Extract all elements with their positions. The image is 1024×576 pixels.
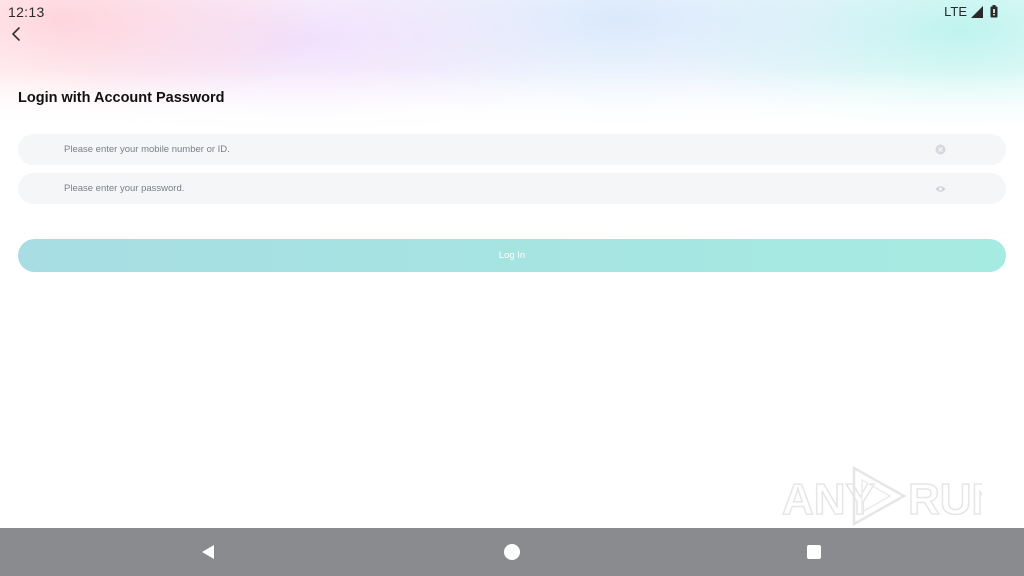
clear-icon[interactable] xyxy=(935,144,946,155)
network-label: LTE xyxy=(944,4,967,19)
watermark-text-left: ANY xyxy=(782,475,875,524)
login-button[interactable]: Log In xyxy=(18,239,1006,272)
eye-icon[interactable] xyxy=(935,183,946,194)
status-time: 12:13 xyxy=(8,4,45,20)
nav-home-button[interactable] xyxy=(502,542,522,562)
password-input[interactable] xyxy=(64,173,924,204)
back-button[interactable] xyxy=(6,24,26,44)
mobile-number-input[interactable] xyxy=(64,134,924,165)
page-title: Login with Account Password xyxy=(18,90,225,106)
recents-square-icon xyxy=(807,545,821,559)
battery-icon xyxy=(990,5,998,18)
status-bar: 12:13 LTE xyxy=(0,0,1024,24)
login-screen: 12:13 LTE Login with Account Password Pl… xyxy=(0,0,1024,576)
password-field[interactable] xyxy=(18,173,1006,204)
status-indicators: LTE xyxy=(944,4,998,19)
nav-back-button[interactable] xyxy=(198,542,218,562)
chevron-left-icon xyxy=(12,27,20,41)
nav-recents-button[interactable] xyxy=(804,542,824,562)
system-nav-bar xyxy=(0,528,1024,576)
home-circle-icon xyxy=(504,544,520,560)
back-triangle-icon xyxy=(202,545,214,559)
mobile-number-field[interactable] xyxy=(18,134,1006,165)
watermark-text-right: RUN xyxy=(908,475,982,524)
anyrun-watermark: ANY RUN xyxy=(782,465,982,527)
signal-icon xyxy=(971,5,983,18)
